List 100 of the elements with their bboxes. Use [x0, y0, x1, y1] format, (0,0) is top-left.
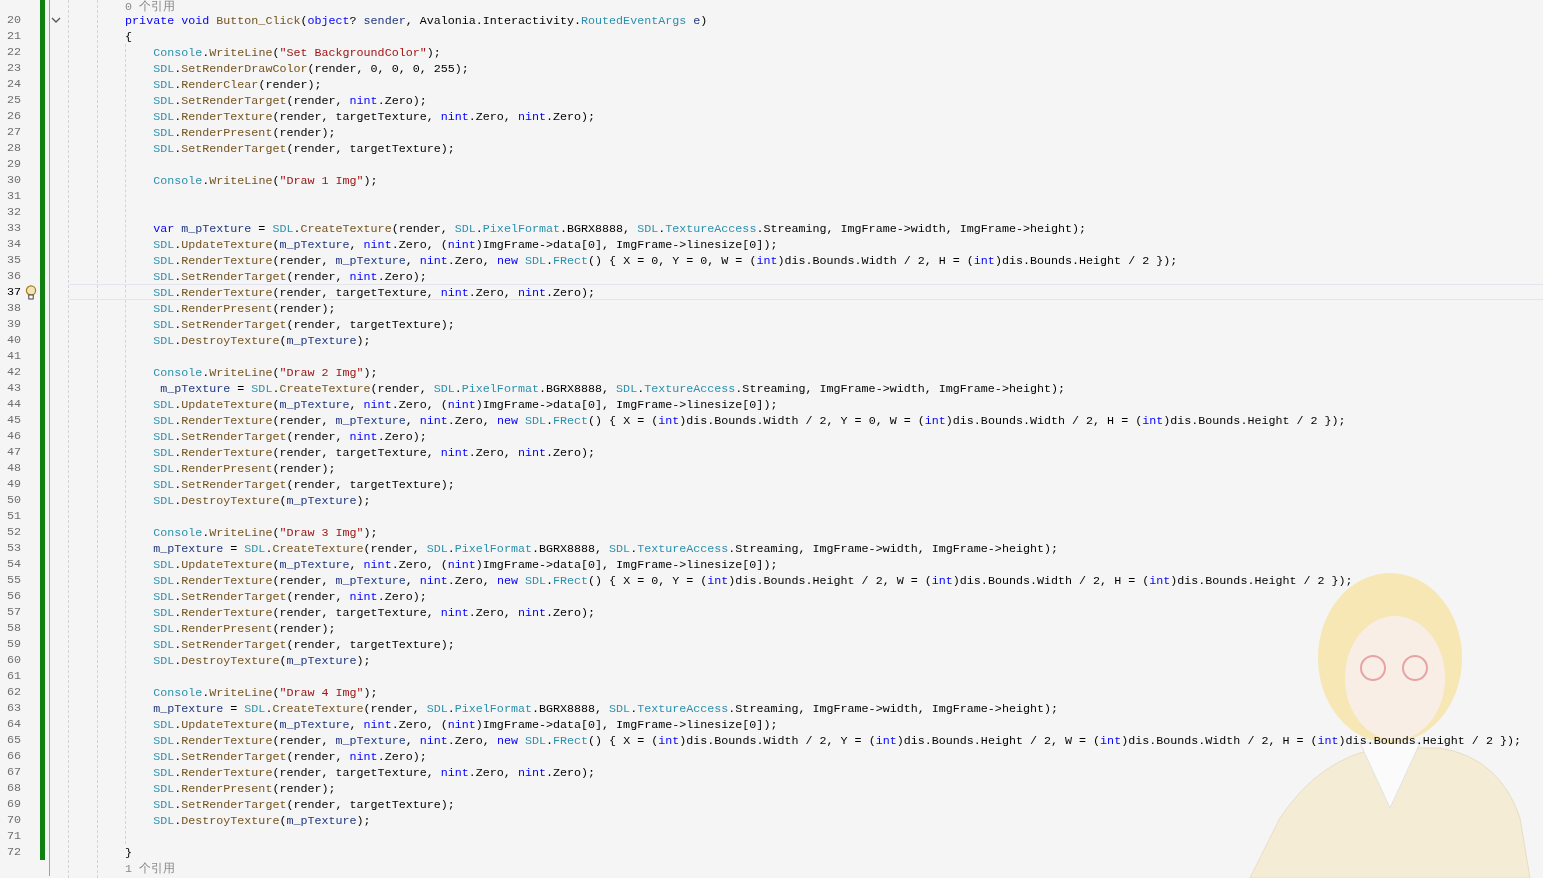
line-number: 60 — [6, 653, 21, 667]
code-line: SDL.RenderTexture(render, targetTexture, nint.Zero, nint.Zero); — [153, 110, 596, 124]
code-line: SDL.RenderClear(render); — [153, 78, 322, 92]
line-number: 24 — [6, 77, 21, 91]
line-number: 66 — [6, 749, 21, 763]
code-line: SDL.UpdateTexture(m_pTexture, nint.Zero, (nint)ImgFrame->data[0], ImgFrame->linesize[0]); — [153, 558, 778, 572]
code-line: SDL.RenderTexture(render, m_pTexture, nint.Zero, new SDL.FRect() { X = (int)dis.Bounds.Width / 2, Y = (int)dis.Bounds.Height / 2, W = (int)dis.Bounds.Width / 2, H = (int)dis.Bounds.Height / 2 }); — [153, 734, 1521, 748]
line-number: 67 — [6, 765, 21, 779]
code-line: SDL.DestroyTexture(m_pTexture); — [153, 814, 371, 828]
code-line: SDL.SetRenderTarget(render, targetTexture); — [153, 478, 455, 492]
line-number: 32 — [6, 205, 21, 219]
line-number: 71 — [6, 829, 21, 843]
line-number: 53 — [6, 541, 21, 555]
line-number: 34 — [6, 237, 21, 251]
line-number: 45 — [6, 413, 21, 427]
line-number: 61 — [6, 669, 21, 683]
code-line: SDL.DestroyTexture(m_pTexture); — [153, 654, 371, 668]
line-number: 63 — [6, 701, 21, 715]
code-line: m_pTexture = SDL.CreateTexture(render, SDL.PixelFormat.BGRX8888, SDL.TextureAccess.Streaming, ImgFrame->width, ImgFrame->height); — [153, 542, 1058, 556]
code-line: SDL.SetRenderTarget(render, nint.Zero); — [153, 94, 427, 108]
code-line: m_pTexture = SDL.CreateTexture(render, SDL.PixelFormat.BGRX8888, SDL.TextureAccess.Streaming, ImgFrame->width, ImgFrame->height); — [153, 702, 1058, 716]
line-number: 43 — [6, 381, 21, 395]
line-number: 44 — [6, 397, 21, 411]
code-line: SDL.RenderTexture(render, targetTexture, nint.Zero, nint.Zero); — [153, 446, 596, 460]
line-number: 29 — [6, 157, 21, 171]
code-line: SDL.RenderPresent(render); — [153, 302, 336, 316]
code-line: SDL.SetRenderTarget(render, nint.Zero); — [153, 430, 427, 444]
code-line: SDL.RenderTexture(render, m_pTexture, nint.Zero, new SDL.FRect() { X = 0, Y = 0, W = (int)dis.Bounds.Width / 2, H = (int)dis.Bounds.Height / 2 }); — [153, 254, 1178, 268]
code-line: m_pTexture = SDL.CreateTexture(render, SDL.PixelFormat.BGRX8888, SDL.TextureAccess.Streaming, ImgFrame->width, ImgFrame->height); — [159, 382, 1065, 396]
code-line: SDL.RenderTexture(render, m_pTexture, nint.Zero, new SDL.FRect() { X = (int)dis.Bounds.Width / 2, Y = 0, W = (int)dis.Bounds.Width / 2, H = (int)dis.Bounds.Height / 2 }); — [153, 414, 1346, 428]
code-line: SDL.SetRenderTarget(render, nint.Zero); — [153, 590, 427, 604]
code-line: SDL.RenderTexture(render, targetTexture, nint.Zero, nint.Zero); — [153, 606, 596, 620]
code-line: var m_pTexture = SDL.CreateTexture(render, SDL.PixelFormat.BGRX8888, SDL.TextureAccess.Streaming, ImgFrame->width, ImgFrame->height); — [153, 222, 1087, 236]
reference-count-link[interactable]: 1 个引用 — [125, 862, 176, 876]
line-number: 48 — [6, 461, 21, 475]
lightbulb-icon[interactable] — [24, 284, 37, 300]
line-number: 39 — [6, 317, 21, 331]
code-line: SDL.RenderPresent(render); — [153, 782, 336, 796]
code-line: SDL.UpdateTexture(m_pTexture, nint.Zero, (nint)ImgFrame->data[0], ImgFrame->linesize[0]); — [153, 718, 778, 732]
code-line: SDL.RenderTexture(render, targetTexture, nint.Zero, nint.Zero); — [153, 766, 596, 780]
code-line: SDL.RenderTexture(render, m_pTexture, nint.Zero, new SDL.FRect() { X = 0, Y = (int)dis.Bounds.Height / 2, W = (int)dis.Bounds.Width / 2, H = (int)dis.Bounds.Height / 2 }); — [153, 574, 1353, 588]
line-number: 52 — [6, 525, 21, 539]
code-line: SDL.UpdateTexture(m_pTexture, nint.Zero, (nint)ImgFrame->data[0], ImgFrame->linesize[0]); — [153, 238, 778, 252]
code-line: SDL.DestroyTexture(m_pTexture); — [153, 494, 371, 508]
code-line: SDL.SetRenderTarget(render, nint.Zero); — [153, 750, 427, 764]
line-number: 40 — [6, 333, 21, 347]
line-number: 49 — [6, 477, 21, 491]
line-number: 20 — [6, 13, 21, 27]
line-number: 37 — [6, 285, 21, 299]
line-number: 25 — [6, 93, 21, 107]
line-number: 30 — [6, 173, 21, 187]
line-number: 65 — [6, 733, 21, 747]
code-line: { — [125, 30, 133, 44]
line-number: 50 — [6, 493, 21, 507]
code-line: SDL.SetRenderTarget(render, targetTexture); — [153, 798, 455, 812]
line-number: 28 — [6, 141, 21, 155]
line-number: 35 — [6, 253, 21, 267]
line-number: 59 — [6, 637, 21, 651]
line-number: 38 — [6, 301, 21, 315]
code-line: Console.WriteLine("Draw 1 Img"); — [153, 174, 378, 188]
line-number: 42 — [6, 365, 21, 379]
code-line: SDL.RenderPresent(render); — [153, 462, 336, 476]
line-number: 51 — [6, 509, 21, 523]
line-number: 57 — [6, 605, 21, 619]
line-number: 22 — [6, 45, 21, 59]
reference-count-link[interactable]: 0 个引用 — [125, 0, 176, 14]
line-number: 46 — [6, 429, 21, 443]
line-number: 31 — [6, 189, 21, 203]
line-number: 33 — [6, 221, 21, 235]
code-line: SDL.SetRenderTarget(render, targetTexture); — [153, 142, 455, 156]
line-number: 68 — [6, 781, 21, 795]
line-number: 56 — [6, 589, 21, 603]
code-line: SDL.RenderPresent(render); — [153, 126, 336, 140]
code-line: private void Button_Click(object? sender, Avalonia.Interactivity.RoutedEventArgs e) — [125, 14, 708, 28]
line-number: 55 — [6, 573, 21, 587]
code-line: SDL.DestroyTexture(m_pTexture); — [153, 334, 371, 348]
line-number: 64 — [6, 717, 21, 731]
line-number: 21 — [6, 29, 21, 43]
line-number: 26 — [6, 109, 21, 123]
code-line: SDL.SetRenderDrawColor(render, 0, 0, 0, 255); — [153, 62, 469, 76]
code-line: SDL.SetRenderTarget(render, targetTexture); — [153, 318, 455, 332]
code-line: SDL.RenderPresent(render); — [153, 622, 336, 636]
code-line: SDL.UpdateTexture(m_pTexture, nint.Zero, (nint)ImgFrame->data[0], ImgFrame->linesize[0]); — [153, 398, 778, 412]
line-number: 72 — [6, 845, 21, 859]
code-line: Console.WriteLine("Draw 2 Img"); — [153, 366, 378, 380]
code-line: Console.WriteLine("Draw 3 Img"); — [153, 526, 378, 540]
line-number: 70 — [6, 813, 21, 827]
line-number: 58 — [6, 621, 21, 635]
line-number: 47 — [6, 445, 21, 459]
line-number: 62 — [6, 685, 21, 699]
code-line: SDL.SetRenderTarget(render, nint.Zero); — [153, 270, 427, 284]
code-line: } — [125, 846, 133, 860]
line-number: 23 — [6, 61, 21, 75]
code-line: Console.WriteLine("Set BackgroundColor"); — [153, 46, 441, 60]
collapse-chevron-icon[interactable] — [51, 16, 61, 24]
code-line: Console.WriteLine("Draw 4 Img"); — [153, 686, 378, 700]
line-number: 36 — [6, 269, 21, 283]
line-number: 54 — [6, 557, 21, 571]
line-number: 27 — [6, 125, 21, 139]
code-line: SDL.RenderTexture(render, targetTexture, nint.Zero, nint.Zero); — [153, 286, 596, 300]
